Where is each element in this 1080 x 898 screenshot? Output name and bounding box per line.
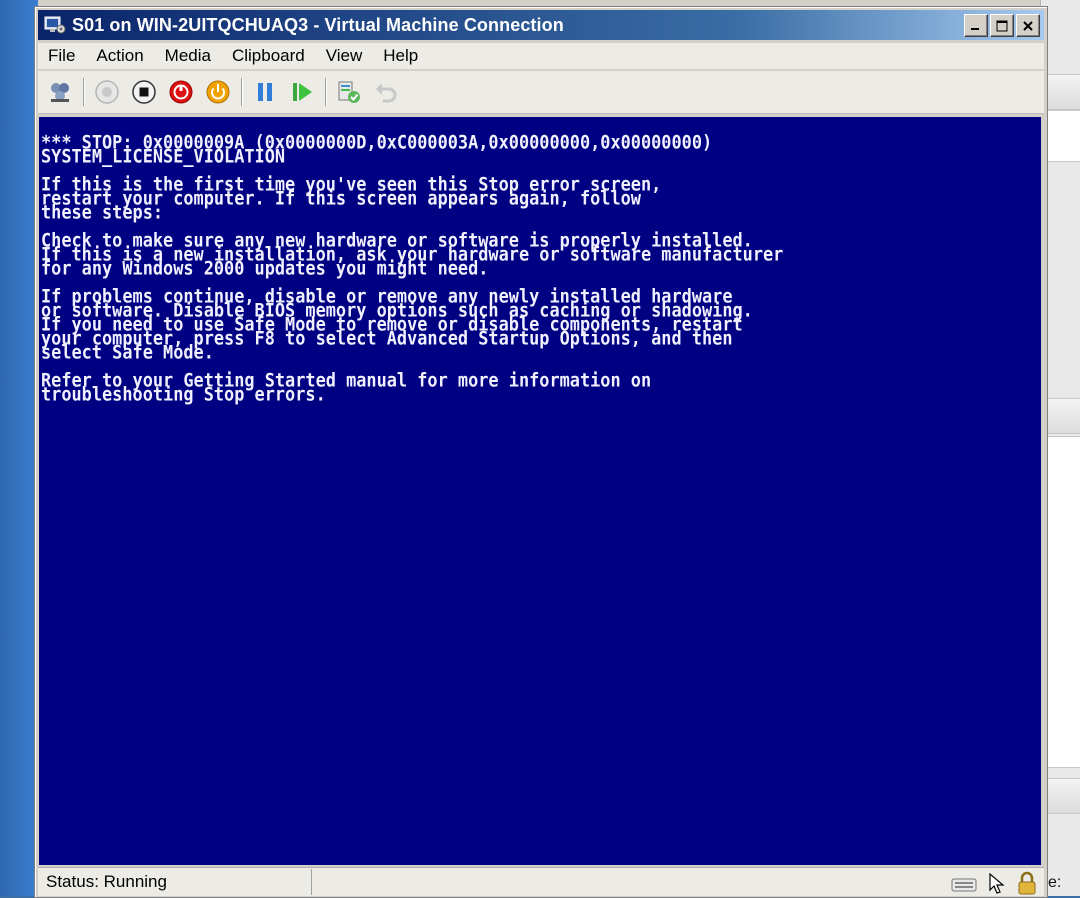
close-icon xyxy=(1023,20,1033,31)
minimize-icon xyxy=(971,27,979,30)
resume-button[interactable] xyxy=(287,77,317,107)
toolbar-separator xyxy=(325,78,327,106)
stop-error-line: troubleshooting Stop errors. xyxy=(41,382,326,405)
turn-off-icon xyxy=(132,80,156,104)
menu-file[interactable]: File xyxy=(38,46,86,66)
vm-screen[interactable]: *** STOP: 0x0000009A (0x0000000D,0xC0000… xyxy=(39,117,1041,865)
keyboard-icon xyxy=(951,878,977,892)
window-title: S01 on WIN-2UITQCHUAQ3 - Virtual Machine… xyxy=(72,14,564,35)
status-bar: Status: Running xyxy=(38,867,1044,896)
menu-media[interactable]: Media xyxy=(155,46,222,66)
pause-icon xyxy=(258,83,272,101)
toolbar-separator xyxy=(83,78,85,106)
revert-button[interactable] xyxy=(371,77,401,107)
revert-icon xyxy=(376,83,397,103)
desktop-background xyxy=(0,0,38,896)
power-button[interactable] xyxy=(203,77,233,107)
stop-error-line: these steps: xyxy=(41,200,164,223)
snapshot-button[interactable] xyxy=(334,77,364,107)
menu-action[interactable]: Action xyxy=(86,46,154,66)
background-window-label: e: xyxy=(1048,874,1062,891)
shut-down-icon xyxy=(169,80,193,104)
minimize-button[interactable] xyxy=(964,14,988,37)
title-bar[interactable]: S01 on WIN-2UITQCHUAQ3 - Virtual Machine… xyxy=(38,10,1044,40)
snapshot-icon xyxy=(338,81,360,103)
start-button[interactable] xyxy=(92,77,122,107)
menu-bar: File Action Media Clipboard View Help xyxy=(38,43,1044,69)
pause-button[interactable] xyxy=(250,77,280,107)
resume-icon xyxy=(293,83,312,101)
toolbar xyxy=(38,71,1044,114)
toolbar-separator xyxy=(241,78,243,106)
maximize-button[interactable] xyxy=(990,14,1014,37)
vm-connection-icon xyxy=(44,16,66,34)
lock-icon xyxy=(1018,871,1036,895)
menu-help[interactable]: Help xyxy=(373,46,429,66)
maximize-icon xyxy=(996,20,1008,31)
shut-down-button[interactable] xyxy=(166,77,196,107)
stop-error-line: for any Windows 2000 updates you might n… xyxy=(41,256,489,279)
turn-off-button[interactable] xyxy=(129,77,159,107)
vm-connection-window: S01 on WIN-2UITQCHUAQ3 - Virtual Machine… xyxy=(34,6,1048,898)
stop-error-line: select Safe Mode. xyxy=(41,340,214,363)
ctrl-alt-del-icon xyxy=(51,83,69,102)
ctrl-alt-del-button[interactable] xyxy=(45,77,75,107)
close-button[interactable] xyxy=(1016,14,1040,37)
start-icon xyxy=(95,80,119,104)
status-text: Status: Running xyxy=(38,869,312,895)
mouse-icon xyxy=(989,872,1005,894)
stop-error-line: SYSTEM_LICENSE_VIOLATION xyxy=(41,144,286,167)
menu-view[interactable]: View xyxy=(316,46,374,66)
power-icon xyxy=(206,80,230,104)
menu-clipboard[interactable]: Clipboard xyxy=(222,46,316,66)
